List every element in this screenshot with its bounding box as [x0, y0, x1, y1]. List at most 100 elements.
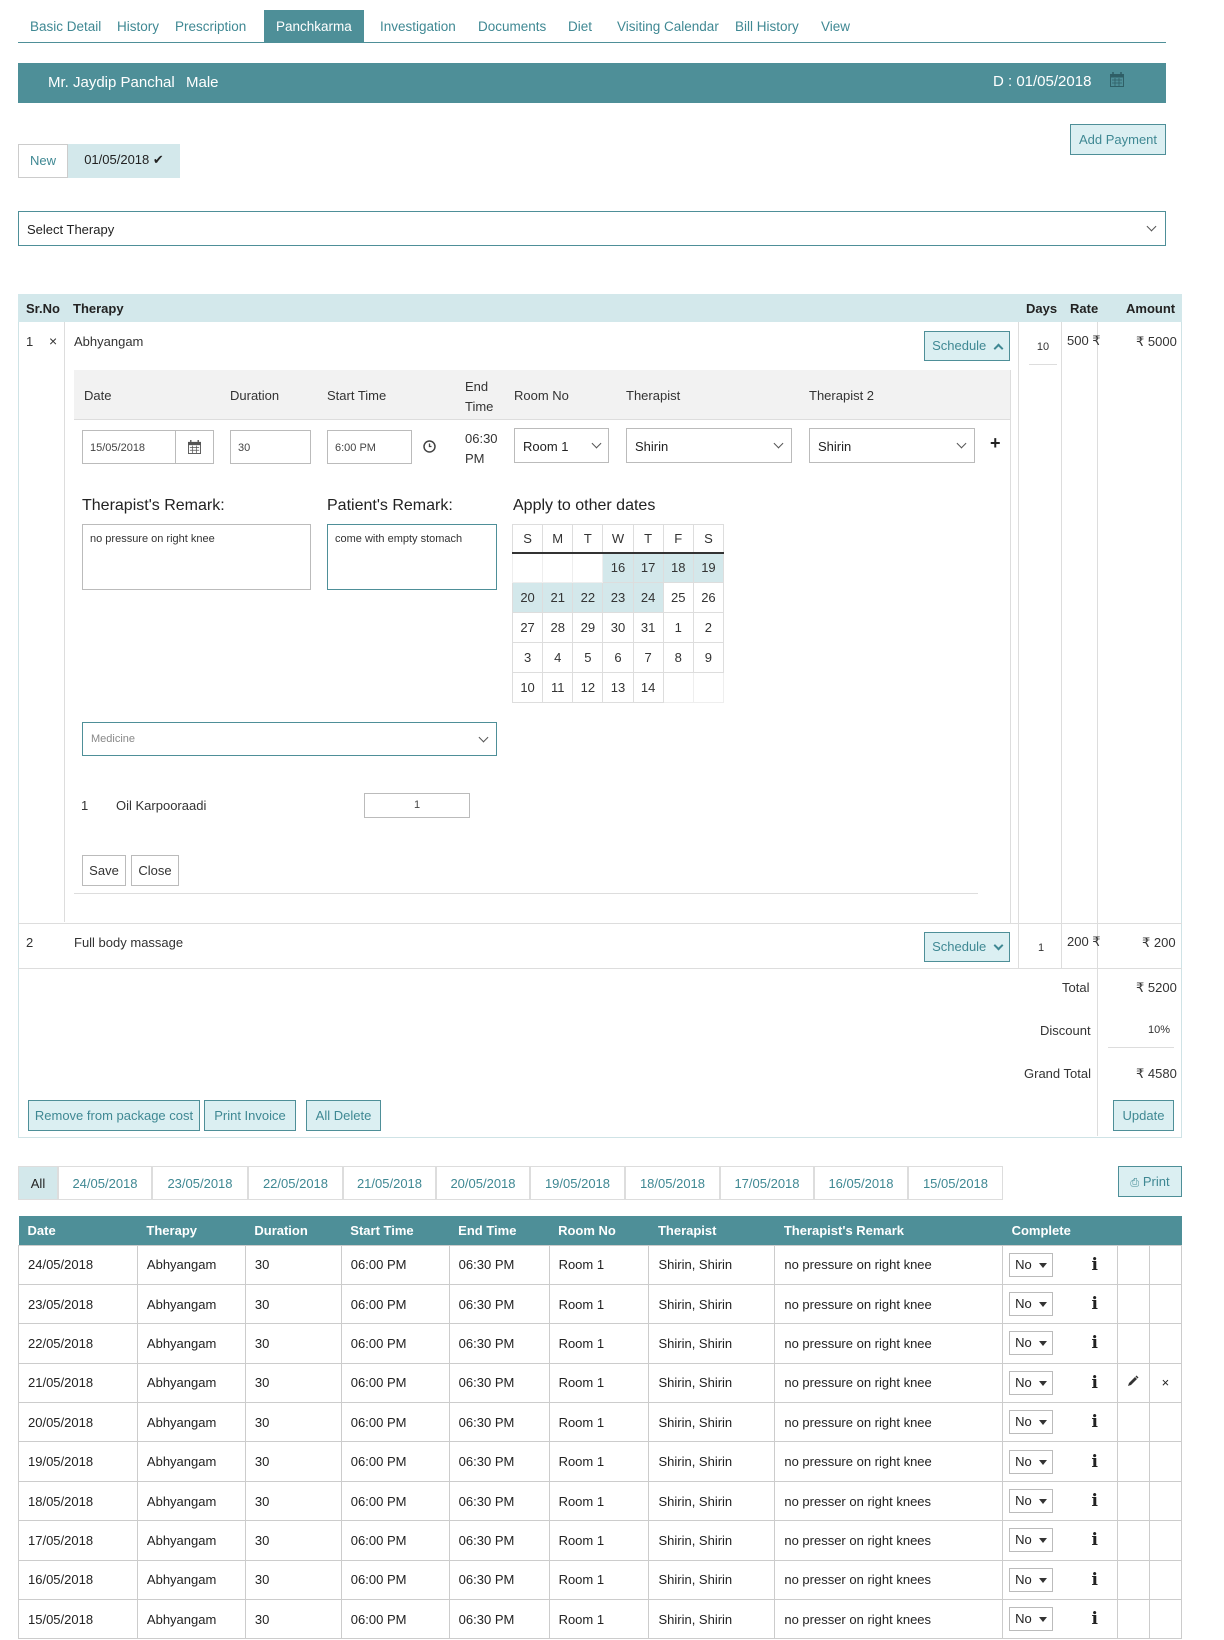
calendar-date-cell[interactable]: 24 [632, 582, 664, 613]
tab-diet[interactable]: Diet [556, 10, 604, 43]
duration-input[interactable]: 30 [230, 430, 311, 464]
info-icon[interactable]: i [1092, 1609, 1098, 1629]
calendar-date-cell[interactable]: 3 [511, 642, 544, 673]
calendar-date-cell[interactable]: 20 [511, 582, 544, 613]
calendar-date-cell[interactable]: 31 [632, 612, 664, 643]
info-icon[interactable]: i [1092, 1530, 1098, 1550]
pencil-icon[interactable] [1127, 1375, 1139, 1390]
medicine-select[interactable]: Medicine [82, 722, 497, 756]
calendar-date-cell[interactable]: 5 [572, 642, 604, 673]
visit-date-tab[interactable]: 01/05/2018 ✔ [68, 144, 180, 178]
schedule-button[interactable]: Schedule [924, 331, 1010, 361]
calendar-date-cell[interactable]: 13 [602, 672, 634, 703]
calendar-date-cell[interactable]: 17 [632, 552, 664, 583]
start-time-input[interactable]: 6:00 PM [327, 430, 412, 464]
info-icon[interactable]: i [1092, 1570, 1098, 1590]
patient-remark-input[interactable]: come with empty stomach [327, 524, 497, 590]
tab-date[interactable]: 16/05/2018 [814, 1166, 908, 1200]
tab-view[interactable]: View [809, 10, 862, 43]
info-icon[interactable]: i [1092, 1294, 1098, 1314]
days-input[interactable]: 10 [1029, 333, 1057, 365]
therapist2-select[interactable]: Shirin [809, 428, 975, 463]
remove-package-cost-button[interactable]: Remove from package cost [28, 1100, 200, 1131]
tab-date[interactable]: 21/05/2018 [343, 1166, 436, 1200]
new-visit-tab[interactable]: New [18, 144, 68, 178]
tab-date[interactable]: 18/05/2018 [625, 1166, 720, 1200]
info-icon[interactable]: i [1092, 1452, 1098, 1472]
update-button[interactable]: Update [1113, 1100, 1174, 1131]
calendar-date-cell[interactable]: 29 [572, 612, 604, 643]
complete-select[interactable]: No [1009, 1292, 1054, 1317]
tab-date[interactable]: 24/05/2018 [58, 1166, 152, 1200]
calendar-date-cell[interactable]: 27 [511, 612, 544, 643]
days-input[interactable]: 1 [1038, 942, 1044, 954]
calendar-date-cell[interactable]: 23 [602, 582, 634, 613]
complete-select[interactable]: No [1009, 1607, 1054, 1632]
close-button[interactable]: Close [131, 855, 179, 886]
tab-panchkarma[interactable]: Panchkarma [264, 10, 364, 43]
info-icon[interactable]: i [1092, 1373, 1098, 1393]
calendar-date-cell[interactable]: 6 [602, 642, 634, 673]
calendar-icon[interactable] [188, 440, 201, 457]
calendar-date-cell[interactable]: 21 [542, 582, 574, 613]
info-icon[interactable]: i [1092, 1491, 1098, 1511]
complete-select[interactable]: No [1009, 1489, 1054, 1514]
calendar-date-cell[interactable]: 19 [692, 552, 725, 583]
info-icon[interactable]: i [1092, 1255, 1098, 1275]
calendar-date-cell[interactable]: 12 [572, 672, 604, 703]
calendar-icon[interactable] [1110, 72, 1124, 91]
tab-all[interactable]: All [18, 1166, 58, 1200]
calendar-date-cell[interactable]: 4 [542, 642, 574, 673]
calendar-date-cell[interactable]: 30 [602, 612, 634, 643]
complete-select[interactable]: No [1009, 1370, 1054, 1395]
schedule-button[interactable]: Schedule [924, 932, 1010, 962]
calendar-date-cell[interactable]: 8 [662, 642, 694, 673]
calendar-date-cell[interactable]: 22 [572, 582, 604, 613]
remove-icon[interactable]: × [49, 333, 57, 349]
tab-history[interactable]: History [105, 10, 171, 43]
calendar-date-cell[interactable]: 10 [511, 672, 544, 703]
tab-bill-history[interactable]: Bill History [723, 10, 811, 43]
calendar-date-cell[interactable]: 2 [692, 612, 725, 643]
delete-icon[interactable]: × [1162, 1375, 1170, 1390]
date-input[interactable]: 15/05/2018 [82, 430, 214, 464]
tab-investigation[interactable]: Investigation [368, 10, 468, 43]
therapist-remark-input[interactable]: no pressure on right knee [82, 524, 311, 590]
tab-date[interactable]: 23/05/2018 [152, 1166, 248, 1200]
tab-date[interactable]: 15/05/2018 [908, 1166, 1003, 1200]
discount-input[interactable]: 10% [1148, 1024, 1170, 1036]
save-button[interactable]: Save [82, 855, 126, 886]
calendar-date-cell[interactable]: 28 [542, 612, 574, 643]
print-button[interactable]: ⎙ Print [1118, 1166, 1182, 1197]
therapy-select[interactable]: Select Therapy [18, 211, 1166, 246]
calendar-date-cell[interactable]: 14 [632, 672, 664, 703]
calendar-date-cell[interactable]: 26 [692, 582, 725, 613]
calendar-date-cell[interactable]: 9 [692, 642, 725, 673]
add-payment-button[interactable]: Add Payment [1070, 124, 1166, 155]
clock-icon[interactable] [423, 440, 436, 456]
tab-prescription[interactable]: Prescription [163, 10, 258, 43]
complete-select[interactable]: No [1009, 1449, 1054, 1474]
add-icon[interactable]: + [990, 433, 1001, 454]
complete-select[interactable]: No [1009, 1567, 1054, 1592]
calendar-date-cell[interactable]: 25 [662, 582, 694, 613]
calendar-date-cell[interactable]: 1 [662, 612, 694, 643]
complete-select[interactable]: No [1009, 1252, 1054, 1277]
tab-date[interactable]: 19/05/2018 [530, 1166, 625, 1200]
complete-select[interactable]: No [1009, 1331, 1054, 1356]
all-delete-button[interactable]: All Delete [306, 1100, 381, 1131]
medicine-qty-input[interactable]: 1 [364, 793, 470, 818]
print-invoice-button[interactable]: Print Invoice [204, 1100, 296, 1131]
tab-date[interactable]: 22/05/2018 [248, 1166, 343, 1200]
info-icon[interactable]: i [1092, 1412, 1098, 1432]
calendar-date-cell[interactable]: 7 [632, 642, 664, 673]
tab-date[interactable]: 17/05/2018 [720, 1166, 814, 1200]
tab-date[interactable]: 20/05/2018 [436, 1166, 530, 1200]
tab-visiting-calendar[interactable]: Visiting Calendar [605, 10, 731, 43]
calendar-date-cell[interactable]: 11 [542, 672, 574, 703]
calendar-date-cell[interactable]: 16 [602, 552, 634, 583]
room-select[interactable]: Room 1 [514, 428, 609, 463]
complete-select[interactable]: No [1009, 1410, 1054, 1435]
info-icon[interactable]: i [1092, 1333, 1098, 1353]
complete-select[interactable]: No [1009, 1528, 1054, 1553]
